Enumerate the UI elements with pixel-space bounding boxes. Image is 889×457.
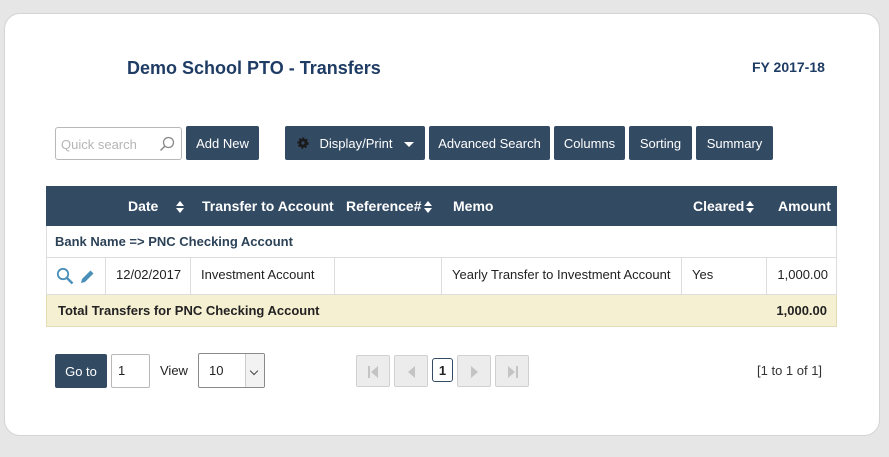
quick-search-input[interactable] [61,135,156,153]
columns-label: Columns [563,135,616,151]
goto-page-input[interactable]: 1 [111,354,150,388]
edit-icon[interactable] [80,269,95,284]
last-page-icon [508,366,518,378]
total-amount: 1,000.00 [776,303,827,318]
advanced-search-button[interactable]: Advanced Search [429,126,550,160]
table-header: Date Transfer to Account Reference# Memo… [46,186,837,226]
cell-memo: Yearly Transfer to Investment Account [442,258,682,294]
prev-page-icon [408,366,415,378]
sorting-button[interactable]: Sorting [629,126,692,160]
column-header-reference[interactable]: Reference# [346,198,432,214]
page-size-value: 10 [209,363,224,378]
add-new-label: Add New [196,135,249,151]
display-print-label: Display/Print [319,135,393,151]
column-header-transfer-account[interactable]: Transfer to Account [202,198,334,214]
total-row: Total Transfers for PNC Checking Account… [46,295,837,327]
search-icon[interactable] [159,136,175,152]
row-actions [47,258,106,294]
first-page-button[interactable] [356,355,390,387]
next-page-icon [471,366,478,378]
pagination-info: [1 to 1 of 1] [757,363,823,378]
view-label: View [160,363,188,378]
gear-icon [296,137,309,149]
prev-page-button[interactable] [394,355,428,387]
summary-button[interactable]: Summary [696,126,773,160]
chevron-down-icon [245,354,264,387]
summary-label: Summary [706,135,763,151]
cell-amount: 1,000.00 [777,267,828,282]
advanced-search-label: Advanced Search [438,135,541,151]
table-row: 12/02/2017 Investment Account Yearly Tra… [46,258,837,295]
columns-button[interactable]: Columns [554,126,625,160]
last-page-button[interactable] [495,355,529,387]
column-header-cleared[interactable]: Cleared [693,198,755,214]
caret-down-icon [404,141,415,147]
page-title: Demo School PTO - Transfers [127,58,381,78]
column-header-date[interactable]: Date [128,198,185,214]
column-header-memo[interactable]: Memo [453,198,493,214]
cell-date: 12/02/2017 [106,258,191,294]
cell-account: Investment Account [191,258,335,294]
column-header-amount[interactable]: Amount [778,198,831,214]
goto-label: Go to [65,363,97,379]
current-page-indicator[interactable]: 1 [432,358,453,382]
display-print-button[interactable]: Display/Print [285,126,425,160]
fiscal-year-label: FY 2017-18 [752,59,825,75]
group-row: Bank Name => PNC Checking Account [46,226,837,258]
goto-button[interactable]: Go to [55,354,107,388]
sort-icon [746,201,755,214]
sort-icon [423,201,432,214]
sort-icon [176,201,185,214]
page-size-select[interactable]: 10 [198,353,265,388]
sorting-label: Sorting [639,135,682,151]
quick-search-box[interactable] [55,127,182,160]
cell-cleared: Yes [682,258,767,294]
view-icon[interactable] [56,267,74,285]
cell-reference [335,258,442,294]
total-label: Total Transfers for PNC Checking Account [58,303,320,318]
next-page-button[interactable] [457,355,491,387]
first-page-icon [368,366,378,378]
add-new-button[interactable]: Add New [186,126,259,160]
